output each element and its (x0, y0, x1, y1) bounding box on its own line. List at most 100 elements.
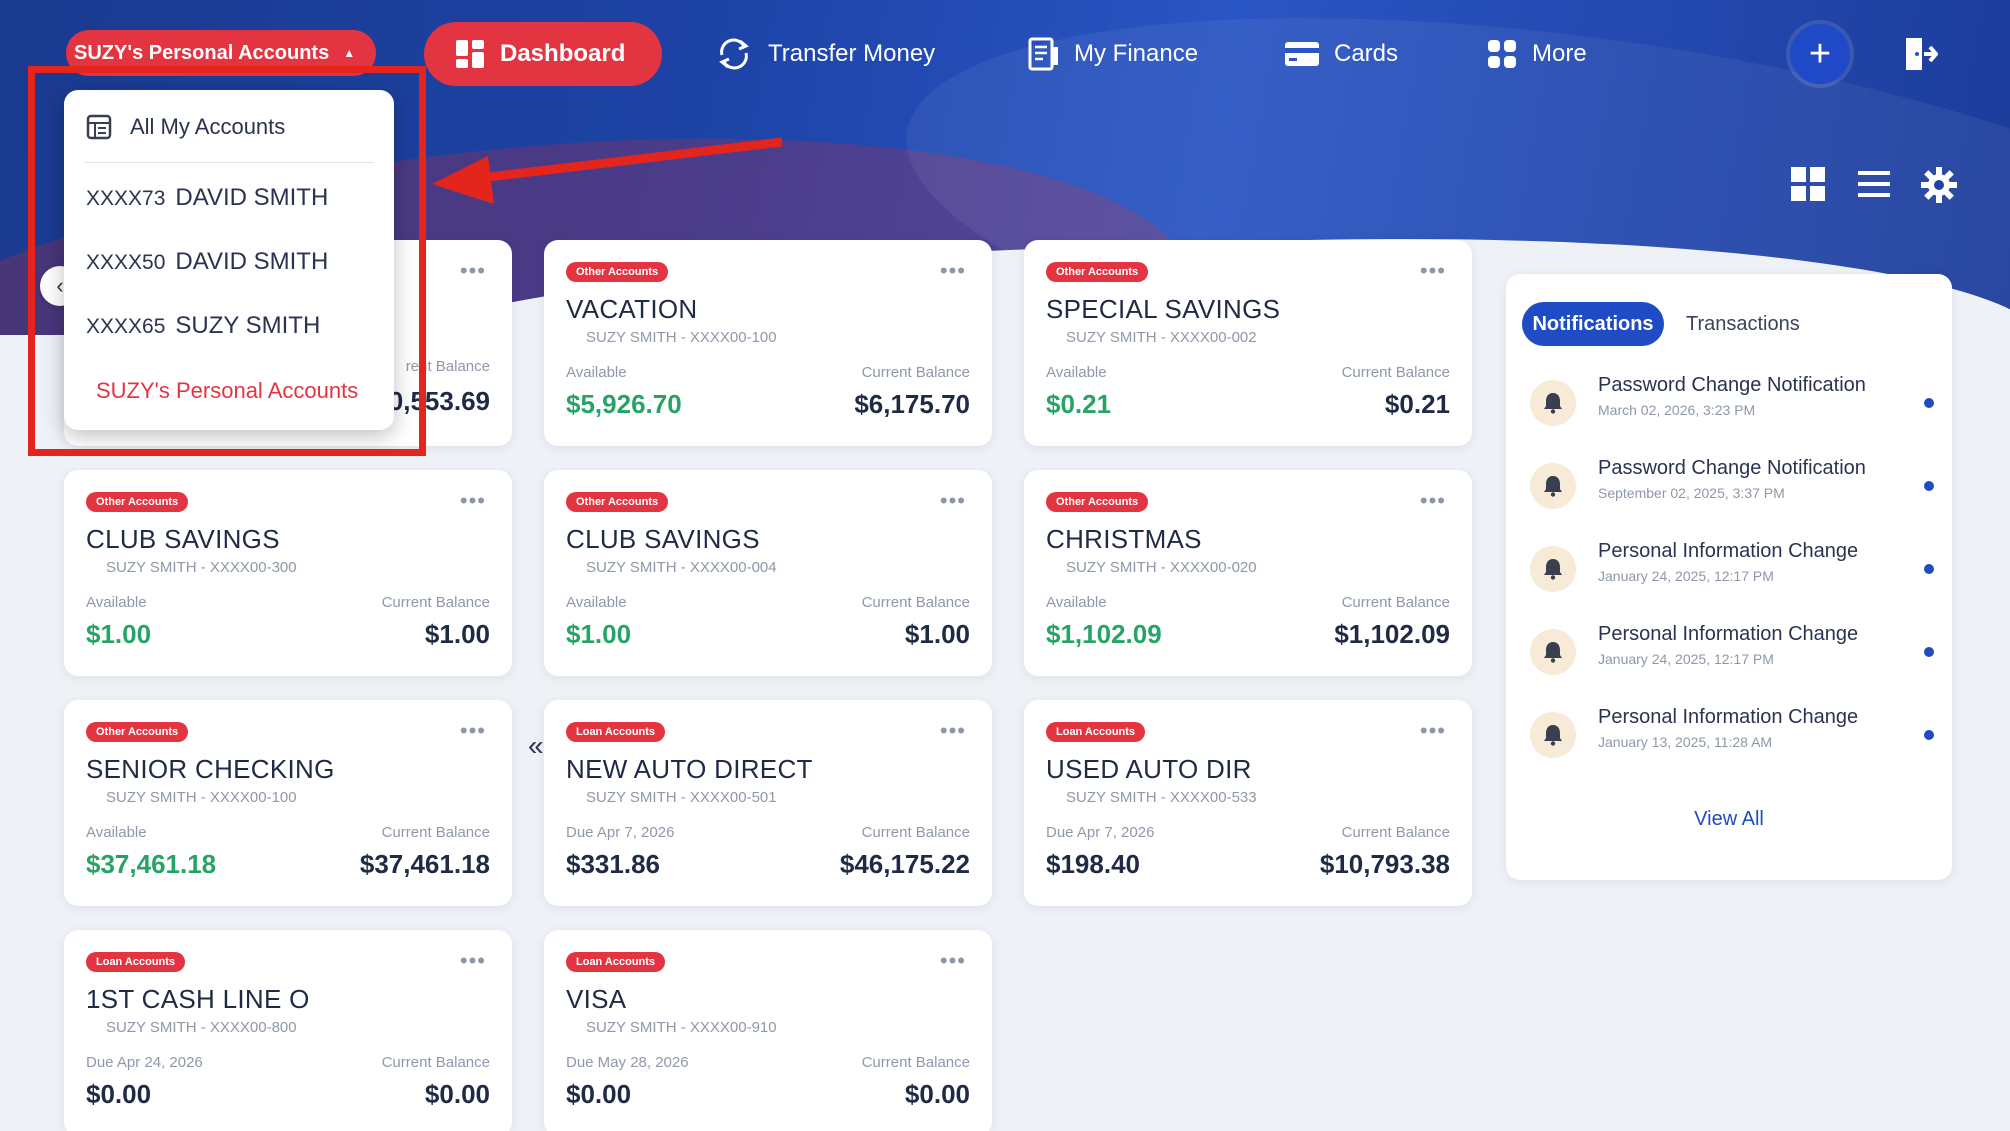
nav-transfer-money[interactable]: Transfer Money (714, 22, 935, 86)
account-type-badge: Loan Accounts (566, 722, 666, 742)
account-name: VACATION (566, 294, 698, 324)
notification-title: Personal Information Change (1598, 623, 1859, 645)
left-label: Available (566, 364, 627, 381)
account-number: SUZY SMITH - XXXX00-020 (1066, 559, 1257, 576)
available-balance: $1,102.09 (1046, 619, 1162, 649)
left-label: Due Apr 7, 2026 (1046, 824, 1155, 841)
list-view-icon[interactable] (1856, 166, 1892, 207)
notification-time: March 02, 2026, 3:23 PM (1598, 402, 1756, 418)
unread-dot (1924, 481, 1934, 491)
left-label: Due Apr 24, 2026 (86, 1054, 203, 1071)
add-button[interactable]: + (1790, 24, 1850, 84)
account-number: SUZY SMITH - XXXX00-533 (1066, 789, 1257, 806)
account-type-badge: Other Accounts (566, 262, 669, 282)
notification-time: January 13, 2025, 11:28 AM (1598, 734, 1773, 750)
account-type-badge: Other Accounts (86, 722, 189, 742)
account-type-badge: Other Accounts (86, 492, 189, 512)
account-card[interactable]: Other Accounts ••• SPECIAL SAVINGS SUZY … (1024, 240, 1472, 446)
nav-dashboard-label: Dashboard (500, 40, 626, 67)
notification-item[interactable]: Password Change Notification September 0… (1530, 457, 1934, 517)
left-label: Available (86, 824, 147, 841)
left-label: Available (86, 594, 147, 611)
tab-transactions[interactable]: Transactions (1686, 302, 1800, 346)
account-type-badge: Loan Accounts (566, 952, 666, 972)
grid-view-icon[interactable] (1790, 166, 1826, 207)
notification-time: January 24, 2025, 12:17 PM (1598, 568, 1774, 584)
logout-button[interactable] (1902, 34, 1939, 74)
card-menu-icon[interactable]: ••• (940, 718, 966, 744)
view-all-link[interactable]: View All (1506, 808, 1952, 831)
credit-card-icon (1285, 42, 1319, 66)
more-grid-icon (1488, 40, 1516, 68)
account-card[interactable]: Other Accounts ••• SENIOR CHECKING SUZY … (64, 700, 512, 906)
notification-item[interactable]: Personal Information Change January 24, … (1530, 623, 1934, 683)
notification-item[interactable]: Personal Information Change January 24, … (1530, 540, 1934, 600)
account-card[interactable]: Other Accounts ••• VACATION SUZY SMITH -… (544, 240, 992, 446)
account-card[interactable]: Other Accounts ••• CLUB SAVINGS SUZY SMI… (544, 470, 992, 676)
card-menu-icon[interactable]: ••• (460, 718, 486, 744)
current-balance: $46,175.22 (839, 849, 970, 879)
card-menu-icon[interactable]: ••• (460, 948, 486, 974)
bell-icon (1530, 463, 1576, 509)
account-name: NEW AUTO DIRECT (566, 754, 813, 784)
account-number: SUZY SMITH - XXXX00-100 (106, 789, 297, 806)
logout-icon (1906, 38, 1939, 70)
settings-gear-icon[interactable] (1920, 166, 1958, 209)
tab-notifications[interactable]: Notifications (1522, 302, 1664, 346)
account-card[interactable]: Loan Accounts ••• USED AUTO DIR SUZY SMI… (1024, 700, 1472, 906)
notification-title: Password Change Notification (1598, 374, 1866, 396)
right-label: Current Balance (1341, 594, 1450, 611)
right-label: Current Balance (381, 824, 490, 841)
nav-cards[interactable]: Cards (1284, 22, 1398, 86)
account-card[interactable]: Loan Accounts ••• NEW AUTO DIRECT SUZY S… (544, 700, 992, 906)
account-name: CLUB SAVINGS (566, 524, 760, 554)
card-menu-icon[interactable]: ••• (940, 258, 966, 284)
unread-dot (1924, 398, 1934, 408)
account-name: SPECIAL SAVINGS (1046, 294, 1281, 324)
card-menu-icon[interactable]: ••• (1420, 488, 1446, 514)
account-card[interactable]: Loan Accounts ••• 1ST CASH LINE O SUZY S… (64, 930, 512, 1131)
notification-item[interactable]: Password Change Notification March 02, 2… (1530, 374, 1934, 434)
account-number: SUZY SMITH - XXXX00-300 (106, 559, 297, 576)
account-name: CHRISTMAS (1046, 524, 1202, 554)
annotation-highlight-box (28, 66, 426, 456)
card-menu-icon[interactable]: ••• (1420, 258, 1446, 284)
account-number: SUZY SMITH - XXXX00-910 (586, 1019, 777, 1036)
card-menu-icon[interactable]: ••• (460, 488, 486, 514)
account-card[interactable]: Other Accounts ••• CHRISTMAS SUZY SMITH … (1024, 470, 1472, 676)
payment-due-amount: $331.86 (566, 849, 660, 879)
card-menu-icon[interactable]: ••• (940, 948, 966, 974)
account-number: SUZY SMITH - XXXX00-002 (1066, 329, 1257, 346)
payment-due-amount: $198.40 (1046, 849, 1140, 879)
right-label: Current Balance (1341, 824, 1450, 841)
account-number: SUZY SMITH - XXXX00-100 (586, 329, 777, 346)
nav-my-finance[interactable]: My Finance (1026, 22, 1198, 86)
current-balance: $1.00 (424, 619, 490, 649)
view-toggle-group (1790, 166, 1960, 206)
caret-up-icon: ▲ (343, 46, 356, 60)
nav-finance-label: My Finance (1074, 40, 1199, 67)
account-name: CLUB SAVINGS (86, 524, 280, 554)
account-name: SENIOR CHECKING (86, 754, 335, 784)
right-label: Current Balance (381, 594, 490, 611)
account-card[interactable]: Loan Accounts ••• VISA SUZY SMITH - XXXX… (544, 930, 992, 1131)
nav-dashboard[interactable]: Dashboard (424, 22, 662, 86)
right-label: Current Balance (861, 594, 970, 611)
finance-report-icon (1028, 37, 1058, 71)
nav-more[interactable]: More (1486, 22, 1587, 86)
account-type-badge: Other Accounts (1046, 262, 1149, 282)
notification-item[interactable]: Personal Information Change January 13, … (1530, 706, 1934, 766)
card-menu-icon[interactable]: ••• (1420, 718, 1446, 744)
account-number: SUZY SMITH - XXXX00-800 (106, 1019, 297, 1036)
plus-icon: + (1808, 32, 1832, 75)
bell-icon (1530, 629, 1576, 675)
account-type-badge: Other Accounts (566, 492, 669, 512)
card-menu-icon[interactable]: ••• (460, 258, 486, 284)
account-card[interactable]: Other Accounts ••• CLUB SAVINGS SUZY SMI… (64, 470, 512, 676)
nav-transfer-label: Transfer Money (768, 40, 936, 67)
account-type-badge: Other Accounts (1046, 492, 1149, 512)
available-balance: $5,926.70 (566, 389, 682, 419)
available-balance: $1.00 (566, 619, 632, 649)
double-chevron-left-icon[interactable]: « (528, 730, 544, 762)
card-menu-icon[interactable]: ••• (940, 488, 966, 514)
